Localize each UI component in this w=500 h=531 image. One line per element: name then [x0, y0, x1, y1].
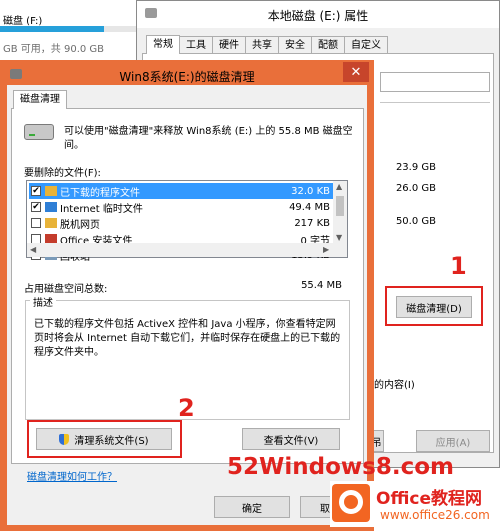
- properties-title: 本地磁盘 (E:) 属性: [267, 9, 369, 23]
- intro-text: 可以使用"磁盘清理"来释放 Win8系统 (E:) 上的 55.8 MB 磁盘空…: [64, 126, 353, 151]
- properties-tabs: 常规 工具 硬件 共享 安全 配额 自定义: [146, 35, 388, 54]
- index-option-label[interactable]: 的内容(I): [374, 376, 415, 391]
- scroll-up-icon[interactable]: ▲: [336, 182, 342, 191]
- file-name: 脱机网页: [60, 219, 100, 231]
- step-2-highlight: [27, 420, 182, 458]
- horizontal-scrollbar[interactable]: ◀ ▶: [27, 243, 347, 257]
- drive-usage-bar: [0, 26, 104, 32]
- folder-icon: [45, 202, 57, 212]
- list-item[interactable]: 脱机网页 217 KB: [29, 215, 334, 231]
- folder-icon: [45, 186, 57, 196]
- file-size: 32.0 KB: [291, 185, 330, 197]
- logo-site-name: Office教程网: [376, 489, 483, 509]
- drive-free-space: GB 可用，共 90.0 GB: [3, 44, 105, 55]
- capacity-value: 50.0 GB: [395, 216, 436, 227]
- file-checkbox[interactable]: [31, 218, 41, 228]
- free-space-value: 26.0 GB: [395, 183, 436, 194]
- file-name: Internet 临时文件: [60, 203, 143, 215]
- office-logo-ring: [339, 490, 363, 514]
- scroll-right-icon[interactable]: ▶: [323, 245, 329, 254]
- close-icon[interactable]: ✕: [343, 62, 369, 82]
- drive-f-label[interactable]: 磁盘 (F:): [3, 12, 42, 27]
- divider: [380, 102, 490, 103]
- description-legend: 描述: [30, 294, 56, 309]
- file-checkbox[interactable]: ✔: [31, 186, 41, 196]
- file-checkbox[interactable]: ✔: [31, 202, 41, 212]
- files-to-delete-label: 要删除的文件(F):: [24, 168, 101, 179]
- how-cleanup-works-link[interactable]: 磁盘清理如何工作？: [27, 468, 117, 483]
- tab-hardware[interactable]: 硬件: [212, 36, 246, 54]
- scroll-thumb[interactable]: [336, 196, 344, 216]
- logo-site-url: www.office26.com: [380, 508, 490, 522]
- folder-icon: [45, 218, 57, 228]
- used-space-value: 23.9 GB: [395, 162, 436, 173]
- step-2-marker: 2: [178, 394, 195, 422]
- list-item[interactable]: ✔ Internet 临时文件 49.4 MB: [29, 199, 334, 215]
- view-files-button[interactable]: 查看文件(V): [242, 428, 340, 450]
- description-text: 已下载的程序文件包括 ActiveX 控件和 Java 小程序，你查看特定网页时…: [34, 319, 341, 358]
- ok-button[interactable]: 确定: [214, 496, 290, 518]
- dialog-title: Win8系统(E:)的磁盘清理: [119, 70, 255, 84]
- file-name: 已下载的程序文件: [60, 187, 140, 199]
- scroll-left-icon[interactable]: ◀: [30, 245, 36, 254]
- tab-tools[interactable]: 工具: [179, 36, 213, 54]
- apply-button[interactable]: 应用(A): [416, 430, 490, 452]
- total-space-label: 占用磁盘空间总数:: [24, 284, 108, 295]
- properties-titlebar[interactable]: 本地磁盘 (E:) 属性: [136, 0, 500, 28]
- list-item[interactable]: ✔ 已下载的程序文件 32.0 KB: [29, 183, 334, 199]
- volume-label-input[interactable]: [380, 72, 490, 92]
- step-1-marker: 1: [450, 252, 467, 280]
- tab-disk-cleanup[interactable]: 磁盘清理: [13, 90, 67, 109]
- tab-general[interactable]: 常规: [146, 35, 180, 54]
- file-size: 217 KB: [294, 217, 330, 229]
- total-space-value: 55.4 MB: [301, 280, 342, 291]
- hard-disk-icon: [24, 124, 54, 140]
- step-1-highlight: [385, 286, 483, 326]
- tab-customize[interactable]: 自定义: [344, 36, 388, 54]
- file-size: 49.4 MB: [289, 201, 330, 213]
- tab-security[interactable]: 安全: [278, 36, 312, 54]
- scroll-down-icon[interactable]: ▼: [336, 233, 342, 242]
- tab-sharing[interactable]: 共享: [245, 36, 279, 54]
- tab-quota[interactable]: 配额: [311, 36, 345, 54]
- watermark-text: 52Windows8.com: [227, 454, 454, 480]
